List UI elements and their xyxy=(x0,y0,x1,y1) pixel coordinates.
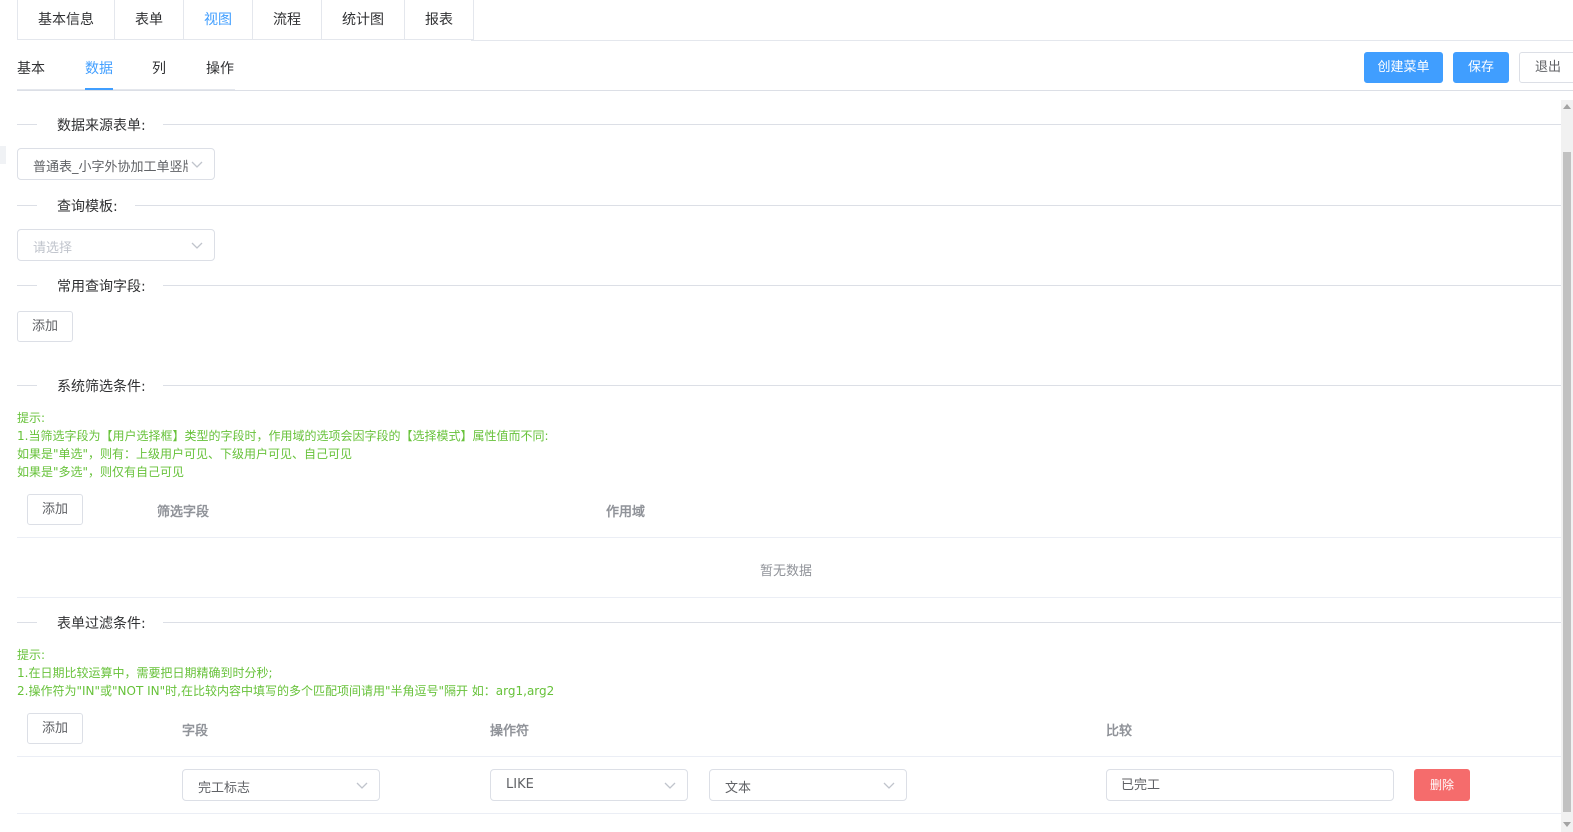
table-header-divider xyxy=(17,537,1563,538)
delete-row-button[interactable]: 删除 xyxy=(1414,769,1470,801)
tab-chart[interactable]: 统计图 xyxy=(322,0,405,39)
section-divider xyxy=(163,124,1563,125)
system-filter-title: 系统筛选条件: xyxy=(57,376,146,396)
section-divider xyxy=(163,385,1563,386)
filter-compare-field[interactable] xyxy=(1121,776,1371,791)
column-header-operator: 操作符 xyxy=(490,724,530,739)
data-source-value: 普通表_小字外协加工单竖版 xyxy=(33,160,188,175)
left-edge-marker xyxy=(0,146,6,164)
create-menu-button[interactable]: 创建菜单 xyxy=(1364,52,1443,83)
save-button[interactable]: 保存 xyxy=(1453,52,1509,83)
filter-field-value: 完工标志 xyxy=(198,781,251,796)
chevron-down-icon xyxy=(356,782,368,789)
section-divider xyxy=(17,622,37,623)
subtab-data[interactable]: 数据 xyxy=(85,58,113,78)
table-bottom-divider xyxy=(17,597,1563,598)
scrollbar-thumb[interactable] xyxy=(1563,152,1571,812)
add-system-filter-button[interactable]: 添加 xyxy=(27,494,83,525)
filter-type-value: 文本 xyxy=(725,781,752,796)
tab-form[interactable]: 表单 xyxy=(115,0,184,39)
filter-type-select[interactable]: 文本 xyxy=(709,769,907,801)
tab-flow[interactable]: 流程 xyxy=(253,0,322,39)
table-header-divider xyxy=(17,756,1563,757)
column-header-filter-field: 筛选字段 xyxy=(157,505,210,520)
chevron-down-icon xyxy=(191,161,203,168)
query-template-placeholder: 请选择 xyxy=(33,241,73,256)
top-tabs: 基本信息 表单 视图 流程 统计图 报表 xyxy=(17,0,474,40)
column-header-compare: 比较 xyxy=(1106,724,1133,739)
column-header-field: 字段 xyxy=(182,724,209,739)
section-divider xyxy=(17,124,37,125)
filter-operator-value: LIKE xyxy=(506,777,534,792)
filter-operator-select[interactable]: LIKE xyxy=(490,769,688,801)
system-filter-tip: 1.当筛选字段为【用户选择框】类型的字段时，作用域的选项会因字段的【选择模式】属… xyxy=(17,429,549,443)
query-template-select[interactable]: 请选择 xyxy=(17,229,215,261)
tab-report[interactable]: 报表 xyxy=(405,0,473,39)
chevron-down-icon xyxy=(664,782,676,789)
empty-data-text: 暂无数据 xyxy=(760,564,813,579)
section-divider xyxy=(163,285,1563,286)
common-fields-title: 常用查询字段: xyxy=(57,276,146,296)
chevron-down-icon xyxy=(191,242,203,249)
chevron-down-icon xyxy=(883,782,895,789)
table-row-divider xyxy=(17,813,1563,814)
form-filter-title: 表单过滤条件: xyxy=(57,613,146,633)
header-divider xyxy=(17,90,1573,91)
tab-view[interactable]: 视图 xyxy=(184,0,253,39)
subtab-basic[interactable]: 基本 xyxy=(17,58,45,78)
add-common-field-button[interactable]: 添加 xyxy=(17,311,73,342)
filter-compare-input[interactable] xyxy=(1106,769,1394,801)
system-filter-tip: 如果是"多选"，则仅有自己可见 xyxy=(17,465,185,479)
section-divider xyxy=(17,205,37,206)
form-filter-tip: 提示: xyxy=(17,648,46,662)
add-form-filter-button[interactable]: 添加 xyxy=(27,713,83,744)
system-filter-tip: 如果是"单选"，则有：上级用户可见、下级用户可见、自己可见 xyxy=(17,447,353,461)
section-divider xyxy=(163,622,1563,623)
section-divider xyxy=(17,285,37,286)
top-tabs-divider xyxy=(471,40,1573,41)
data-source-title: 数据来源表单: xyxy=(57,115,146,135)
query-template-title: 查询模板: xyxy=(57,196,118,216)
subtab-actions[interactable]: 操作 xyxy=(206,58,234,78)
scroll-up-arrow-icon[interactable] xyxy=(1563,104,1571,109)
form-filter-tip: 2.操作符为"IN"或"NOT IN"时,在比较内容中填写的多个匹配项间请用"半… xyxy=(17,684,555,698)
subtab-columns[interactable]: 列 xyxy=(152,58,166,78)
system-filter-tip: 提示: xyxy=(17,411,46,425)
section-divider xyxy=(135,205,1563,206)
column-header-scope: 作用域 xyxy=(606,505,646,520)
filter-field-select[interactable]: 完工标志 xyxy=(182,769,380,801)
form-filter-tip: 1.在日期比较运算中，需要把日期精确到时分秒; xyxy=(17,666,273,680)
section-divider xyxy=(17,385,37,386)
exit-button[interactable]: 退出 xyxy=(1519,52,1573,83)
data-source-select[interactable]: 普通表_小字外协加工单竖版 xyxy=(17,148,215,180)
scroll-down-arrow-icon[interactable] xyxy=(1563,822,1571,827)
tab-basic-info[interactable]: 基本信息 xyxy=(18,0,115,39)
